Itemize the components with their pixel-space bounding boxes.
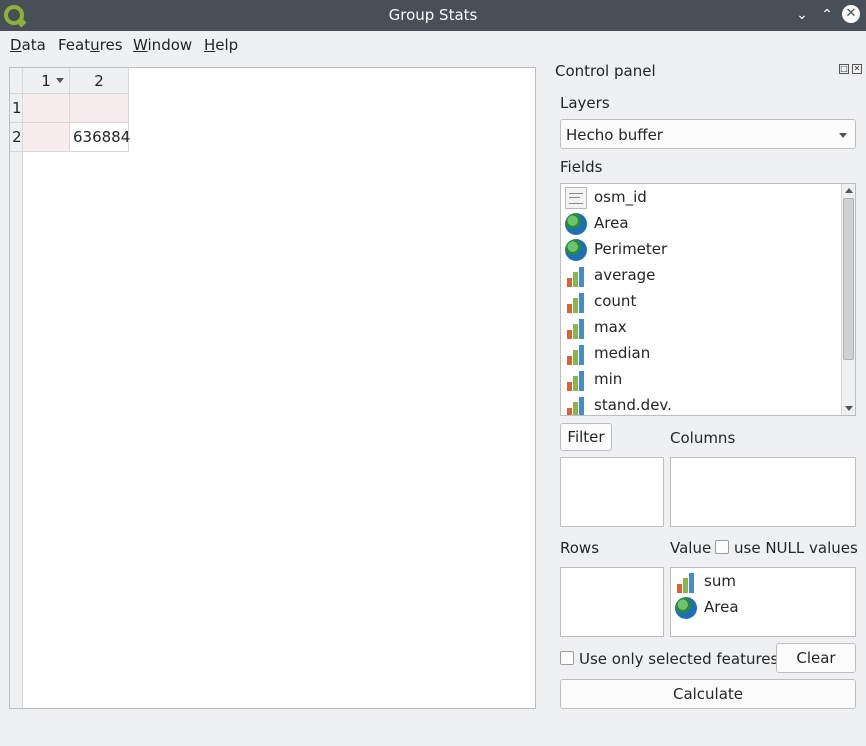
status-strip [0,740,866,746]
float-dock-icon[interactable]: □ [839,64,849,74]
fields-scrollbar[interactable] [841,184,855,415]
scroll-thumb[interactable] [843,198,854,360]
globe-icon [675,597,697,619]
rows-list[interactable] [560,567,664,637]
row-header-1[interactable]: 1 [10,94,23,123]
row-header-2[interactable]: 2 [10,123,23,152]
bar-chart-icon [565,291,587,313]
menu-help[interactable]: Help [204,36,238,54]
menu-features[interactable]: Features [58,36,123,54]
value-list[interactable]: sum Area [670,567,856,637]
close-icon[interactable]: ✕ [842,5,860,23]
window-title: Group Stats [388,6,478,24]
bar-chart-icon [675,571,697,593]
table-cell[interactable] [23,123,70,152]
fields-list[interactable]: osm_id Area Perimeter average count max … [560,183,856,416]
table-cell[interactable]: 636884 [70,123,130,152]
layer-select-value: Hecho buffer [566,126,663,144]
table-cell[interactable] [70,94,129,123]
scroll-up-icon[interactable] [845,188,853,193]
use-null-values-label: use NULL values [734,539,858,557]
value-label: Value [670,539,712,557]
filter-button[interactable]: Filter [560,423,612,451]
title-bar: Group Stats ⌄ ⌃ ✕ [0,0,866,31]
table-cell[interactable] [23,94,70,123]
layers-label: Layers [560,94,610,112]
menu-window[interactable]: Window [133,36,192,54]
menu-bar: Data Features Window Help [0,31,866,58]
row-header-gutter [10,94,23,708]
columns-list[interactable] [670,457,856,527]
bar-chart-icon [565,343,587,365]
minimize-icon[interactable]: ⌄ [793,6,811,24]
table-corner[interactable] [10,68,23,94]
text-field-icon [565,187,587,209]
maximize-icon[interactable]: ⌃ [818,6,836,24]
chevron-down-icon [839,133,847,138]
result-table[interactable]: 1 2 1 2 636884 [9,67,536,709]
filter-list[interactable] [560,457,664,527]
layer-select[interactable]: Hecho buffer [560,119,856,149]
scroll-down-icon[interactable] [845,406,853,411]
calculate-button[interactable]: Calculate [560,679,856,709]
use-null-values-checkbox[interactable] [715,540,729,554]
columns-label: Columns [670,429,736,447]
globe-icon [565,239,587,261]
rows-label: Rows [560,539,600,557]
close-dock-icon[interactable]: ✕ [852,64,862,74]
menu-data[interactable]: Data [10,36,46,54]
bar-chart-icon [565,317,587,339]
column-header-1[interactable]: 1 [23,68,70,94]
control-panel-title: Control panel [555,62,656,80]
column-header-2[interactable]: 2 [70,68,129,94]
bar-chart-icon [565,369,587,391]
use-selected-features-checkbox[interactable] [560,651,574,665]
sort-arrow-icon [56,78,64,83]
use-selected-features-label: Use only selected features [579,650,779,668]
fields-label: Fields [560,158,603,176]
clear-button[interactable]: Clear [776,643,856,673]
bar-chart-icon [565,265,587,287]
bar-chart-icon [565,395,587,415]
globe-icon [565,213,587,235]
